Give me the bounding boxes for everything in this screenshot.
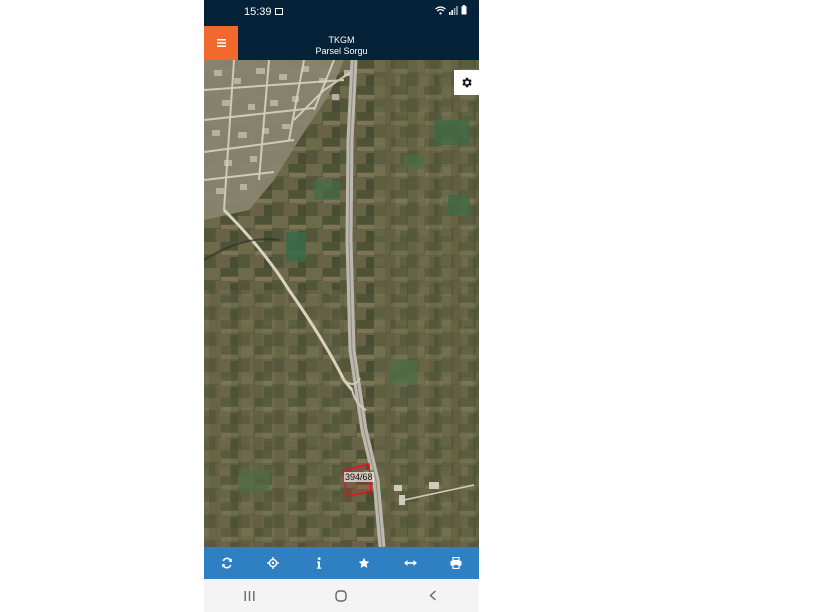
phone-screen: 15:39 TKGM Parsel Sorgu 394/68 [204,0,479,612]
measure-button[interactable] [397,550,423,576]
app-subtitle: Parsel Sorgu [315,46,368,56]
locate-icon [266,557,279,569]
star-icon [358,557,370,568]
map-settings-button[interactable] [454,70,479,95]
measure-icon [403,560,417,566]
app-header: TKGM Parsel Sorgu [204,26,479,60]
favorite-button[interactable] [351,550,377,576]
signal-icon [449,5,458,15]
gear-icon [462,77,472,88]
info-button[interactable] [306,550,332,576]
parcel-label[interactable]: 394/68 [344,472,374,482]
refresh-icon [222,557,232,569]
map-imagery [204,59,479,548]
locate-button[interactable] [260,550,286,576]
recent-apps-button[interactable] [230,581,270,611]
home-button[interactable] [321,581,361,611]
battery-icon [461,5,467,15]
satellite-map[interactable]: 394/68 [204,59,479,548]
home-icon [335,589,348,602]
system-nav-bar [204,579,479,612]
status-bar: 15:39 [204,0,479,26]
status-time: 15:39 [244,6,272,18]
back-icon [429,590,437,601]
wifi-icon [435,5,446,14]
refresh-button[interactable] [214,550,240,576]
app-title: TKGM [328,35,355,45]
recent-apps-icon [244,590,255,601]
info-icon [316,557,321,569]
status-icons [435,5,467,15]
map-toolbar [204,547,479,579]
print-icon [450,557,462,569]
image-icon [275,8,283,15]
print-button[interactable] [443,550,469,576]
back-button[interactable] [413,581,453,611]
